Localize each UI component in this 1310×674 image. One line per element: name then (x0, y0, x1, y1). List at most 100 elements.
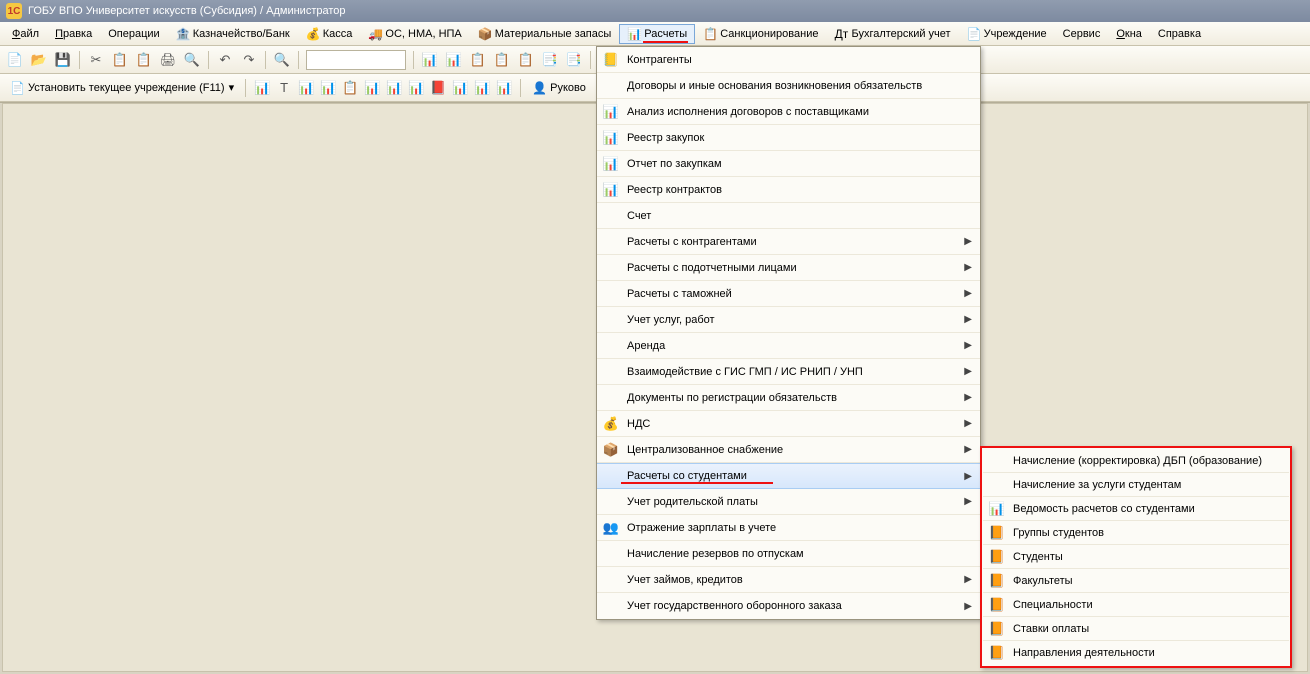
menu-icon: 💰 (306, 27, 320, 41)
menu-item[interactable]: Учет родительской платы▶ (597, 489, 980, 515)
menu-item[interactable]: Договоры и иные основания возникновения … (597, 73, 980, 99)
submenu-item[interactable]: 📙Группы студентов (983, 521, 1289, 545)
titlebar: 1C ГОБУ ВПО Университет искусств (Субсид… (0, 0, 1310, 22)
menu-материальные-запасы[interactable]: 📦Материальные запасы (470, 24, 620, 44)
toolbar-button[interactable]: 💾 (52, 49, 74, 71)
toolbar-button[interactable]: 📊 (449, 77, 471, 99)
separator (520, 79, 521, 97)
menu-item-label: Учет услуг, работ (621, 314, 964, 326)
toolbar-button[interactable]: 📊 (405, 77, 427, 99)
submenu-item[interactable]: 📙Специальности (983, 593, 1289, 617)
menu-item[interactable]: Учет государственного оборонного заказа▶ (597, 593, 980, 619)
menu-item-label: Документы по регистрации обязательств (621, 392, 964, 404)
menu-item-label: Аренда (621, 340, 964, 352)
submenu-arrow-icon: ▶ (964, 366, 972, 377)
menu-ос-нма-нпа[interactable]: 🚚ОС, НМА, НПА (360, 24, 469, 44)
toolbar-button[interactable]: 📊 (361, 77, 383, 99)
menu-icon: 🚚 (368, 27, 382, 41)
submenu-item[interactable]: 📙Факультеты (983, 569, 1289, 593)
toolbar-button[interactable]: 📊 (419, 49, 441, 71)
toolbar-button[interactable]: 🖨 (157, 49, 179, 71)
toolbar-button[interactable]: 📑 (563, 49, 585, 71)
menu-item[interactable]: Расчеты с подотчетными лицами▶ (597, 255, 980, 281)
menu-справка[interactable]: Справка (1150, 25, 1209, 43)
menu-расчеты[interactable]: 📊Расчеты (619, 24, 695, 44)
menu-сервис[interactable]: Сервис (1055, 25, 1109, 43)
menu-item[interactable]: 📦Централизованное снабжение▶ (597, 437, 980, 463)
toolbar-button[interactable]: 📊 (471, 77, 493, 99)
toolbar-button[interactable]: 📑 (539, 49, 561, 71)
menu-item[interactable]: Взаимодействие с ГИС ГМП / ИС РНИП / УНП… (597, 359, 980, 385)
window-title: ГОБУ ВПО Университет искусств (Субсидия)… (28, 5, 346, 17)
toolbar-button[interactable]: 📊 (493, 77, 515, 99)
toolbar-button[interactable]: 📋 (339, 77, 361, 99)
separator (413, 51, 414, 69)
menu-item[interactable]: 📒Контрагенты (597, 47, 980, 73)
menu-item[interactable]: Аренда▶ (597, 333, 980, 359)
submenu-item-label: Студенты (1007, 551, 1281, 563)
menu-icon: Дт (834, 27, 848, 41)
menu-файл[interactable]: Файл (4, 25, 47, 43)
toolbar-button[interactable]: 📊 (317, 77, 339, 99)
menu-правка[interactable]: Правка (47, 25, 100, 43)
toolbar-button[interactable]: 📊 (383, 77, 405, 99)
toolbar-button[interactable]: ↷ (238, 49, 260, 71)
set-org-button[interactable]: 📄 Установить текущее учреждение (F11) ▾ (4, 77, 240, 99)
toolbar-button[interactable]: 📕 (427, 77, 449, 99)
menu-item[interactable]: Учет займов, кредитов▶ (597, 567, 980, 593)
submenu-arrow-icon: ▶ (964, 340, 972, 351)
toolbar-button[interactable]: ✂ (85, 49, 107, 71)
submenu-item[interactable]: Начисление за услуги студентам (983, 473, 1289, 497)
toolbar-button[interactable]: 📋 (109, 49, 131, 71)
menu-item-icon: 📒 (601, 52, 621, 68)
toolbar-button[interactable]: 📄 (4, 49, 26, 71)
toolbar-button[interactable]: 📊 (251, 77, 273, 99)
submenu-item[interactable]: 📙Студенты (983, 545, 1289, 569)
menu-item[interactable]: Начисление резервов по отпускам (597, 541, 980, 567)
toolbar-button[interactable]: 📊 (443, 49, 465, 71)
menu-item[interactable]: Учет услуг, работ▶ (597, 307, 980, 333)
menu-item[interactable]: Счет (597, 203, 980, 229)
search-input[interactable] (306, 50, 406, 70)
toolbar-button[interactable]: 📋 (515, 49, 537, 71)
toolbar-button[interactable]: 🔍 (271, 49, 293, 71)
separator (265, 51, 266, 69)
toolbar-button[interactable]: ↶ (214, 49, 236, 71)
menu-окна[interactable]: Окна (1108, 25, 1150, 43)
submenu-item-icon: 📙 (987, 621, 1007, 637)
submenu-item-icon: 📙 (987, 549, 1007, 565)
toolbar-button[interactable]: 📋 (133, 49, 155, 71)
menu-item-label: Начисление резервов по отпускам (621, 548, 972, 560)
menu-item-icon: 📊 (601, 182, 621, 198)
separator (245, 79, 246, 97)
toolbar-button[interactable]: T (273, 76, 295, 98)
submenu-item[interactable]: 📙Направления деятельности (983, 641, 1289, 665)
toolbar-button[interactable]: 🔍 (181, 49, 203, 71)
menu-санкционирование[interactable]: 📋Санкционирование (695, 24, 826, 44)
toolbar-button[interactable]: 📋 (467, 49, 489, 71)
menu-казначейство-банк[interactable]: 🏦Казначейство/Банк (168, 24, 298, 44)
menu-item[interactable]: 📊Отчет по закупкам (597, 151, 980, 177)
menu-item[interactable]: Расчеты со студентами▶ (597, 463, 980, 489)
menu-касса[interactable]: 💰Касса (298, 24, 361, 44)
manager-button[interactable]: 👤 Руково (526, 77, 592, 99)
submenu-item[interactable]: 📙Ставки оплаты (983, 617, 1289, 641)
toolbar-button[interactable]: 📊 (295, 77, 317, 99)
menu-item[interactable]: 📊Реестр контрактов (597, 177, 980, 203)
separator (590, 51, 591, 69)
menu-бухгалтерский-учет[interactable]: ДтБухгалтерский учет (826, 24, 958, 44)
menu-item[interactable]: Расчеты с таможней▶ (597, 281, 980, 307)
menu-учреждение[interactable]: 📄Учреждение (959, 24, 1055, 44)
toolbar-button[interactable]: 📂 (28, 49, 50, 71)
menu-item[interactable]: Расчеты с контрагентами▶ (597, 229, 980, 255)
submenu-item[interactable]: 📊Ведомость расчетов со студентами (983, 497, 1289, 521)
submenu-item[interactable]: Начисление (корректировка) ДБП (образова… (983, 449, 1289, 473)
menu-операции[interactable]: Операции (100, 25, 167, 43)
menu-item[interactable]: 👥Отражение зарплаты в учете (597, 515, 980, 541)
toolbar-button[interactable]: 📋 (491, 49, 513, 71)
menu-item[interactable]: Документы по регистрации обязательств▶ (597, 385, 980, 411)
submenu-item-label: Начисление (корректировка) ДБП (образова… (1007, 455, 1281, 467)
menu-item[interactable]: 📊Реестр закупок (597, 125, 980, 151)
menu-item[interactable]: 📊Анализ исполнения договоров с поставщик… (597, 99, 980, 125)
menu-item[interactable]: 💰НДС▶ (597, 411, 980, 437)
